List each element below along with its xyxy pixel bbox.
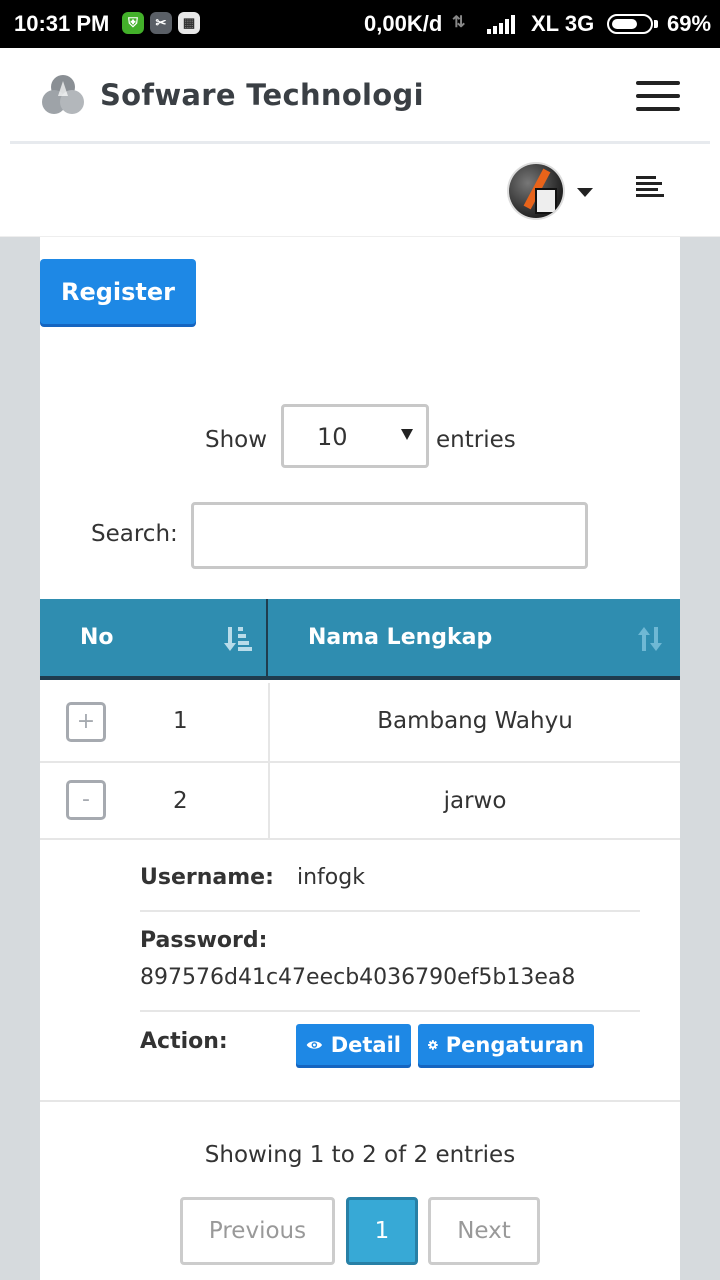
notification-icons: ⛨ ✂ ▦ bbox=[122, 12, 200, 34]
action-label: Action: bbox=[140, 1029, 228, 1054]
column-header-nama-lengkap[interactable]: Nama Lengkap bbox=[268, 599, 680, 676]
battery-icon bbox=[607, 14, 653, 34]
search-input[interactable] bbox=[191, 502, 588, 569]
gear-icon bbox=[428, 1039, 438, 1050]
settings-button[interactable]: Pengaturan bbox=[418, 1024, 594, 1065]
entries-select[interactable]: 10 bbox=[281, 404, 429, 468]
show-label: Show bbox=[205, 427, 268, 453]
previous-page-button[interactable]: Previous bbox=[180, 1197, 335, 1265]
battery-tip bbox=[654, 20, 658, 28]
column-header-nama-label: Nama Lengkap bbox=[308, 625, 493, 650]
details-divider bbox=[140, 1010, 640, 1012]
user-avatar[interactable] bbox=[509, 164, 563, 218]
brand-title[interactable]: Sofware Technologi bbox=[100, 78, 424, 112]
expand-row-button[interactable]: + bbox=[66, 702, 106, 742]
top-navbar: Sofware Technologi bbox=[0, 48, 720, 146]
shield-app-icon: ⛨ bbox=[122, 12, 144, 34]
table-info: Showing 1 to 2 of 2 entries bbox=[204, 1142, 516, 1168]
battery-percent: 69% bbox=[667, 11, 712, 36]
messenger-app-icon: ▦ bbox=[178, 12, 200, 34]
register-button[interactable]: Register bbox=[40, 259, 196, 324]
navbar-divider bbox=[10, 141, 710, 144]
detail-button-label: Detail bbox=[330, 1032, 401, 1057]
table-header: No Nama Lengkap bbox=[40, 599, 680, 680]
status-bar: 10:31 PM ⛨ ✂ ▦ 0,00K/d ⇅ XL 3G 69% bbox=[0, 0, 720, 48]
settings-button-label: Pengaturan bbox=[445, 1032, 584, 1057]
table-row: - 2 jarwo bbox=[40, 763, 680, 840]
row-name: jarwo bbox=[443, 788, 507, 814]
row-number: 1 bbox=[173, 708, 188, 734]
page-1-button[interactable]: 1 bbox=[346, 1197, 418, 1265]
user-bar bbox=[0, 146, 720, 237]
battery-fill bbox=[612, 19, 637, 29]
entries-select-value: 10 bbox=[317, 423, 348, 451]
detail-button[interactable]: Detail bbox=[296, 1024, 411, 1065]
main-content: Register Show 10 entries Search: No Nama… bbox=[40, 237, 680, 1280]
signal-icon bbox=[487, 14, 515, 34]
status-time: 10:31 PM bbox=[14, 11, 110, 36]
next-page-button[interactable]: Next bbox=[428, 1197, 540, 1265]
row-name: Bambang Wahyu bbox=[377, 708, 573, 734]
search-label: Search: bbox=[91, 521, 178, 547]
collapse-row-button[interactable]: - bbox=[66, 780, 106, 820]
password-label: Password: bbox=[140, 928, 268, 953]
data-transfer-icon: ⇅ bbox=[452, 14, 466, 31]
row-number: 2 bbox=[173, 788, 188, 814]
table-row: + 1 Bambang Wahyu bbox=[40, 683, 680, 763]
brand-logo-icon bbox=[42, 75, 84, 114]
scissors-app-icon: ✂ bbox=[150, 12, 172, 34]
sidebar-toggle-icon[interactable] bbox=[636, 176, 664, 200]
eye-icon bbox=[306, 1040, 323, 1049]
carrier-label: XL 3G bbox=[531, 11, 595, 36]
network-speed: 0,00K/d bbox=[364, 11, 443, 36]
menu-hamburger-icon[interactable] bbox=[636, 81, 680, 111]
username-label: Username: bbox=[140, 865, 274, 890]
details-divider bbox=[140, 910, 640, 912]
entries-label: entries bbox=[436, 427, 516, 453]
sort-ascending-icon bbox=[224, 627, 252, 651]
column-header-no[interactable]: No bbox=[40, 599, 266, 676]
column-header-no-label: No bbox=[80, 625, 114, 650]
row-details: Username: infogk Password: 897576d41c47e… bbox=[40, 840, 680, 1102]
sort-both-icon bbox=[638, 627, 662, 651]
password-value: 897576d41c47eecb4036790ef5b13ea8 bbox=[140, 965, 576, 990]
username-value: infogk bbox=[297, 865, 365, 890]
chevron-down-icon[interactable] bbox=[577, 188, 593, 197]
dropdown-arrow-icon bbox=[401, 429, 413, 440]
